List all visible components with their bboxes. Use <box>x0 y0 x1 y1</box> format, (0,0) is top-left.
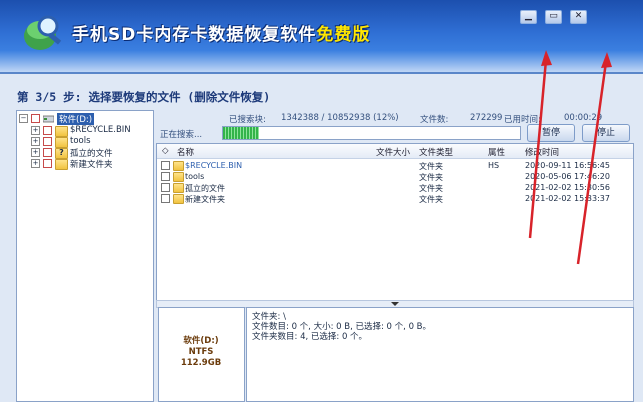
folder-icon <box>173 172 184 182</box>
unknown-folder-icon: ? <box>55 148 68 159</box>
folder-icon <box>55 126 68 137</box>
folder-icon <box>55 137 68 148</box>
select-all-icon[interactable]: ◇ <box>162 146 169 156</box>
unknown-folder-icon <box>173 183 184 193</box>
expand-icon[interactable]: + <box>31 148 40 157</box>
file-count-value: 272299 <box>470 113 503 123</box>
cell-type: 文件夹 <box>419 195 443 204</box>
cell-name: 新建文件夹 <box>185 195 225 204</box>
column-size[interactable]: 文件大小 <box>376 146 410 158</box>
cell-name: tools <box>185 172 205 181</box>
row-checkbox[interactable] <box>161 194 170 203</box>
searched-blocks-label: 已搜索块: <box>229 115 266 125</box>
drive-name: 软件(D:) <box>183 336 219 346</box>
file-count-label: 文件数: <box>420 115 449 125</box>
drive-info-panel: 软件(D:) NTFS 112.9GB <box>158 307 245 402</box>
searching-label: 正在搜索... <box>160 130 203 140</box>
folder-tree[interactable]: − 软件(D:) + $RECYCLE.BIN + tools + ? 孤立的文… <box>16 110 154 402</box>
tree-checkbox[interactable] <box>43 137 52 146</box>
column-name[interactable]: 名称 <box>177 146 194 158</box>
tree-checkbox[interactable] <box>43 148 52 157</box>
expand-icon[interactable]: + <box>31 126 40 135</box>
expand-icon[interactable]: + <box>31 159 40 168</box>
folder-icon <box>173 194 184 204</box>
scan-progress-bar <box>222 126 521 140</box>
cell-attr: HS <box>488 161 500 170</box>
arrow-head-stop-icon <box>601 52 612 68</box>
drive-fs: NTFS <box>188 347 214 357</box>
expand-icon[interactable]: + <box>31 137 40 146</box>
annotation-arrows <box>528 50 612 265</box>
row-checkbox[interactable] <box>161 183 170 192</box>
detail-folders: 文件夹数目: 4, 已选择: 0 个。 <box>252 332 368 342</box>
collapse-arrow-icon[interactable] <box>391 302 399 306</box>
arrow-head-pause-icon <box>541 50 552 66</box>
column-attr[interactable]: 属性 <box>488 146 505 158</box>
step-title: 第 3/5 步: 选择要恢复的文件 (删除文件恢复) <box>17 90 271 104</box>
edition-label: 免费版 <box>316 25 371 45</box>
row-checkbox[interactable] <box>161 161 170 170</box>
selection-detail-panel: 文件夹: \ 文件数目: 0 个, 大小: 0 B, 已选择: 0 个, 0 B… <box>246 307 634 402</box>
minimize-button[interactable]: ▁ <box>520 10 537 24</box>
app-title: 手机SD卡内存卡数据恢复软件免费版 <box>72 25 371 45</box>
drive-summary: 软件(D:) NTFS 112.9GB <box>171 336 231 372</box>
progress-fill <box>223 127 259 139</box>
close-button[interactable]: ✕ <box>570 10 587 24</box>
drive-icon <box>43 115 54 123</box>
arrow-to-stop <box>576 61 608 265</box>
tree-checkbox[interactable] <box>31 114 40 123</box>
maximize-button[interactable]: ▭ <box>545 10 562 24</box>
row-checkbox[interactable] <box>161 172 170 181</box>
app-logo-icon <box>24 15 62 50</box>
folder-icon <box>55 159 68 170</box>
folder-icon <box>173 161 184 171</box>
searched-blocks-value: 1342388 / 10852938 (12%) <box>281 113 399 123</box>
column-type[interactable]: 文件类型 <box>419 146 453 158</box>
cell-name: $RECYCLE.BIN <box>185 161 243 170</box>
drive-size: 112.9GB <box>180 358 222 368</box>
arrow-to-pause <box>528 59 548 239</box>
collapse-icon[interactable]: − <box>19 114 28 123</box>
tree-checkbox[interactable] <box>43 126 52 135</box>
tree-checkbox[interactable] <box>43 159 52 168</box>
